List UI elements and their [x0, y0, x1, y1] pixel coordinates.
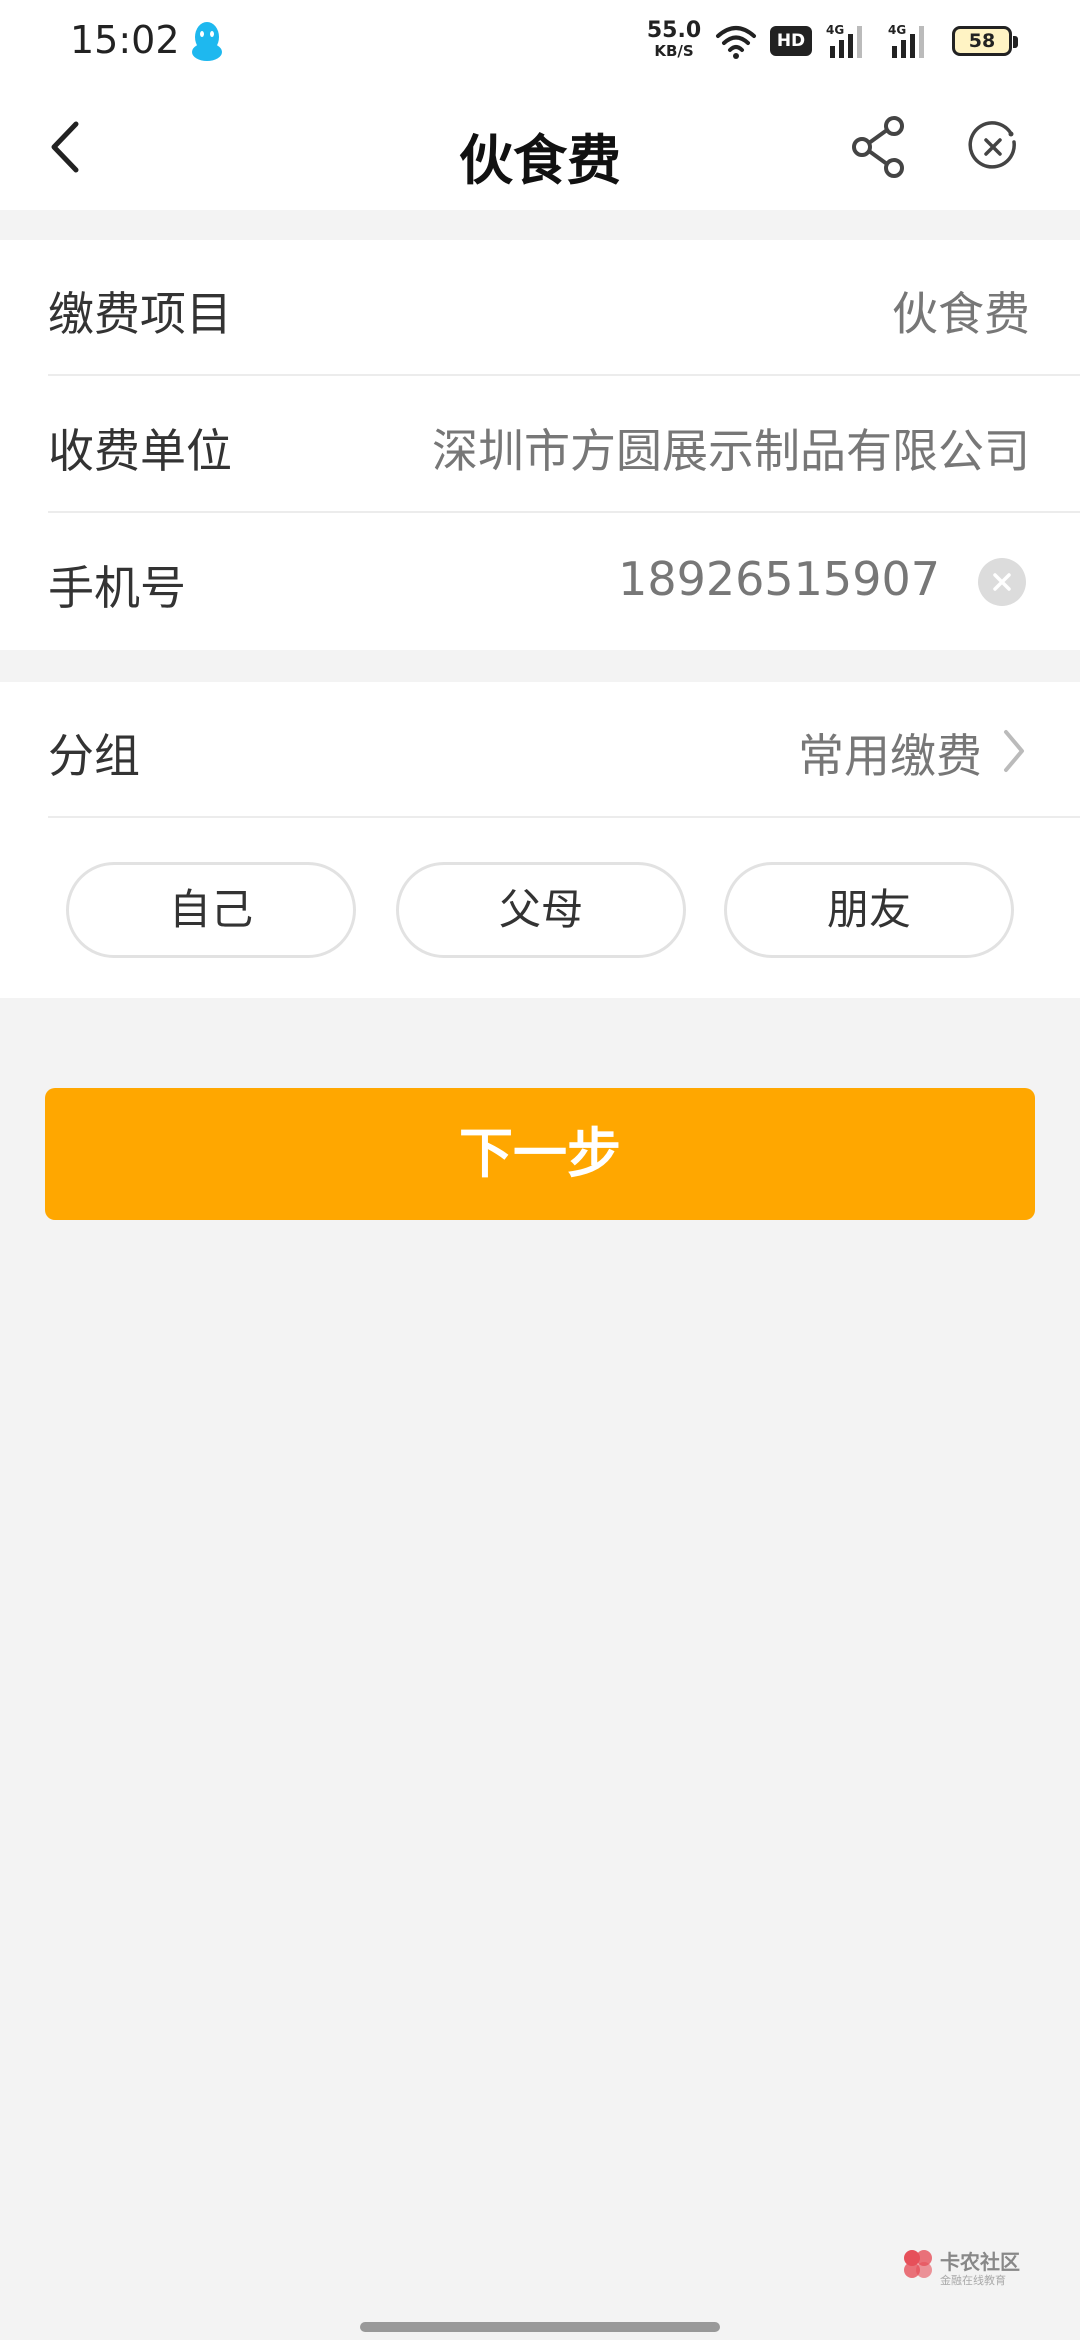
- phone-row: 手机号: [48, 514, 1080, 650]
- nav-bar: 伙食费: [0, 84, 1080, 210]
- chip-friends[interactable]: 朋友: [724, 862, 1014, 958]
- payee-value: 深圳市方圆展示制品有限公司: [432, 424, 1030, 478]
- net-speed-unit: KB/S: [654, 42, 694, 60]
- group-label: 分组: [48, 729, 140, 783]
- chip-self[interactable]: 自己: [66, 862, 356, 958]
- page-title: 伙食费: [459, 129, 621, 192]
- net-speed: 55.0 KB/S: [646, 20, 702, 59]
- payment-info-card: 缴费项目 伙食费 收费单位 深圳市方圆展示制品有限公司 手机号: [0, 240, 1080, 650]
- payment-page: 15:02 55.0 KB/S HD 4G 4G 58 伙食费 缴费项目 伙食费…: [0, 0, 1080, 2340]
- payee-label: 收费单位: [48, 424, 232, 478]
- back-icon[interactable]: [40, 114, 90, 180]
- signal-icon-2: 4G: [888, 23, 924, 58]
- home-indicator[interactable]: [360, 2322, 720, 2332]
- payee-row: 收费单位 深圳市方圆展示制品有限公司: [48, 377, 1080, 513]
- group-row[interactable]: 分组 常用缴费: [48, 682, 1080, 818]
- group-card: 分组 常用缴费 自己 父母 朋友: [0, 682, 1080, 998]
- item-label: 缴费项目: [48, 287, 232, 341]
- group-value: 常用缴费: [798, 729, 982, 783]
- share-icon[interactable]: [848, 114, 910, 180]
- watermark-title: 卡农社区: [940, 2250, 1020, 2274]
- clear-icon[interactable]: [978, 558, 1026, 606]
- battery-icon: 58: [952, 26, 1018, 56]
- phone-input[interactable]: [440, 552, 940, 606]
- group-chips: 自己 父母 朋友: [0, 862, 1080, 962]
- status-time: 15:02: [70, 18, 180, 62]
- net-speed-value: 55.0: [646, 18, 702, 43]
- watermark-subtitle: 金融在线教育: [940, 2274, 1006, 2287]
- phone-label: 手机号: [48, 561, 186, 615]
- divider: [48, 816, 1080, 818]
- svg-text:4G: 4G: [888, 23, 906, 37]
- chevron-right-icon: [1004, 730, 1024, 772]
- status-bar: 15:02 55.0 KB/S HD 4G 4G 58: [0, 0, 1080, 84]
- divider: [48, 511, 1080, 513]
- wifi-icon: [716, 26, 756, 59]
- signal-icon: 4G: [826, 23, 862, 58]
- svg-text:4G: 4G: [826, 23, 844, 37]
- next-button[interactable]: 下一步: [45, 1088, 1035, 1220]
- divider: [48, 374, 1080, 376]
- watermark-logo-icon: [904, 2250, 932, 2278]
- item-value: 伙食费: [892, 287, 1030, 341]
- close-icon[interactable]: [966, 120, 1020, 174]
- hd-icon: HD: [770, 26, 812, 56]
- chip-parents[interactable]: 父母: [396, 862, 686, 958]
- qq-icon: [192, 22, 222, 61]
- item-row: 缴费项目 伙食费: [48, 240, 1080, 376]
